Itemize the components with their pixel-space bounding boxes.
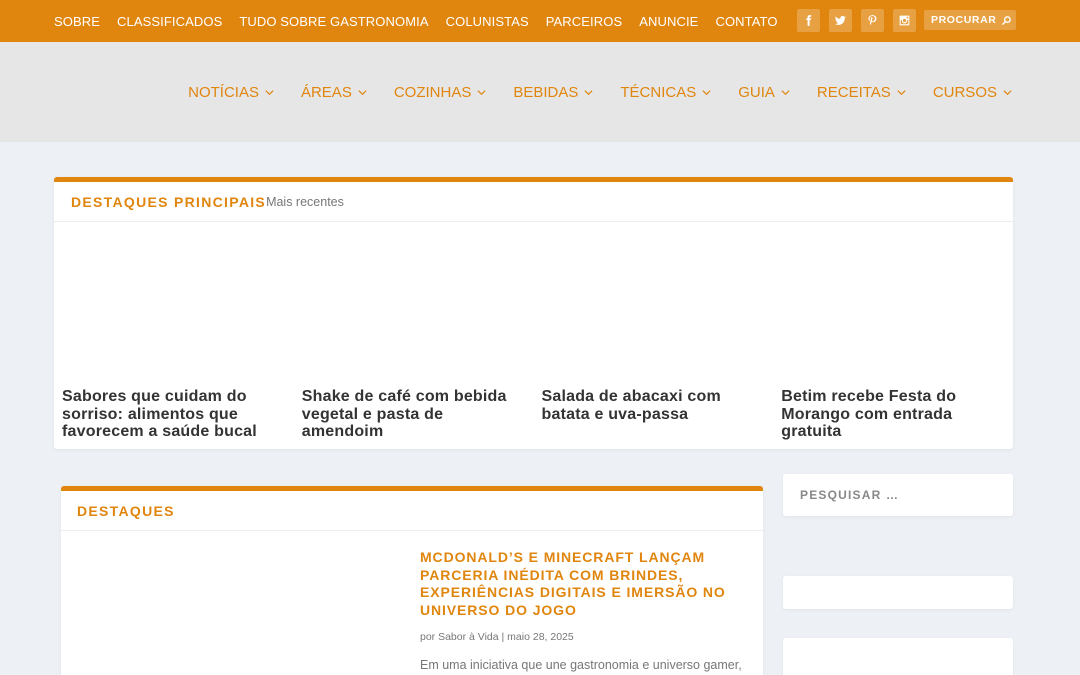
nav-item-cozinhas[interactable]: COZINHAS <box>394 84 487 101</box>
nav-item-label: GUIA <box>738 83 775 101</box>
chevron-down-icon <box>781 89 790 95</box>
chevron-down-icon <box>477 89 486 95</box>
pinterest-icon[interactable] <box>861 9 884 32</box>
featured-post[interactable]: Betim recebe Festa do Morango com entrad… <box>773 388 1013 441</box>
nav-item-cursos[interactable]: CURSOS <box>933 84 1012 101</box>
featured-header: DESTAQUES PRINCIPAIS Mais recentes <box>54 182 1013 222</box>
nav-item-label: BEBIDAS <box>513 83 579 101</box>
top-link-anuncie[interactable]: ANUNCIE <box>639 14 698 29</box>
chevron-down-icon <box>358 89 367 95</box>
main-nav: NOTÍCIAS ÁREAS COZINHAS BEBIDAS TÉCNICAS… <box>188 42 1012 142</box>
featured-post-title[interactable]: Sabores que cuidam do sorriso: alimentos… <box>62 388 276 441</box>
nav-item-label: RECEITAS <box>816 83 891 101</box>
nav-item-label: COZINHAS <box>393 83 472 101</box>
sidebar-search-input[interactable] <box>800 488 1000 502</box>
nav-item-receitas[interactable]: RECEITAS <box>817 84 906 101</box>
article-meta: por Sabor à Vida | maio 28, 2025 <box>420 631 574 643</box>
top-nav: SOBRE CLASSIFICADOS TUDO SOBRE GASTRONOM… <box>54 0 778 42</box>
nav-item-guia[interactable]: GUIA <box>738 84 790 101</box>
featured-subtitle[interactable]: Mais recentes <box>266 195 344 209</box>
chevron-down-icon <box>702 89 711 95</box>
chevron-down-icon <box>1003 89 1012 95</box>
destaques-title: DESTAQUES <box>77 502 175 519</box>
instagram-icon[interactable] <box>893 9 916 32</box>
nav-item-label: TÉCNICAS <box>620 83 697 101</box>
featured-post[interactable]: Sabores que cuidam do sorriso: alimentos… <box>54 388 294 441</box>
destaques-box: DESTAQUES MCDONALD’S E MINECRAFT LANÇAM … <box>61 486 763 675</box>
chevron-down-icon <box>584 89 593 95</box>
nav-item-label: CURSOS <box>932 83 997 101</box>
nav-item-tecnicas[interactable]: TÉCNICAS <box>620 84 711 101</box>
nav-item-label: NOTÍCIAS <box>188 83 259 101</box>
top-bar: SOBRE CLASSIFICADOS TUDO SOBRE GASTRONOM… <box>0 0 1080 42</box>
twitter-icon[interactable] <box>829 9 852 32</box>
featured-posts: Sabores que cuidam do sorriso: alimentos… <box>54 388 1013 441</box>
main-header: NOTÍCIAS ÁREAS COZINHAS BEBIDAS TÉCNICAS… <box>0 42 1080 142</box>
featured-post-title[interactable]: Salada de abacaxi com batata e uva-passa <box>542 388 756 423</box>
featured-post[interactable]: Shake de café com bebida vegetal e pasta… <box>294 388 534 441</box>
nav-item-bebidas[interactable]: BEBIDAS <box>513 84 593 101</box>
sidebar-widget <box>783 576 1013 609</box>
article-title[interactable]: MCDONALD’S E MINECRAFT LANÇAM PARCERIA I… <box>420 549 750 619</box>
search-button[interactable]: PROCURAR <box>924 10 1016 30</box>
sidebar-search-box <box>783 474 1013 516</box>
top-link-classificados[interactable]: CLASSIFICADOS <box>117 14 222 29</box>
chevron-down-icon <box>897 89 906 95</box>
destaques-article: MCDONALD’S E MINECRAFT LANÇAM PARCERIA I… <box>420 549 750 674</box>
article-excerpt: Em uma iniciativa que une gastronomia e … <box>420 658 742 672</box>
destaques-header: DESTAQUES <box>61 491 763 531</box>
top-link-contato[interactable]: CONTATO <box>715 14 777 29</box>
chevron-down-icon <box>265 89 274 95</box>
top-link-sobre[interactable]: SOBRE <box>54 14 100 29</box>
top-link-tudo-sobre-gastronomia[interactable]: TUDO SOBRE GASTRONOMIA <box>239 14 428 29</box>
nav-item-noticias[interactable]: NOTÍCIAS <box>188 84 274 101</box>
featured-title: DESTAQUES PRINCIPAIS <box>71 193 267 210</box>
featured-post[interactable]: Salada de abacaxi com batata e uva-passa <box>534 388 774 441</box>
featured-post-title[interactable]: Shake de café com bebida vegetal e pasta… <box>302 388 516 441</box>
featured-post-title[interactable]: Betim recebe Festa do Morango com entrad… <box>781 388 995 441</box>
top-link-colunistas[interactable]: COLUNISTAS <box>446 14 529 29</box>
search-icon <box>1002 15 1012 25</box>
search-button-label: PROCURAR <box>931 14 997 26</box>
nav-item-label: ÁREAS <box>300 83 352 101</box>
featured-box: DESTAQUES PRINCIPAIS Mais recentes Sabor… <box>54 177 1013 449</box>
facebook-icon[interactable] <box>797 9 820 32</box>
nav-item-areas[interactable]: ÁREAS <box>301 84 367 101</box>
top-link-parceiros[interactable]: PARCEIROS <box>546 14 623 29</box>
sidebar-widget <box>783 638 1013 675</box>
